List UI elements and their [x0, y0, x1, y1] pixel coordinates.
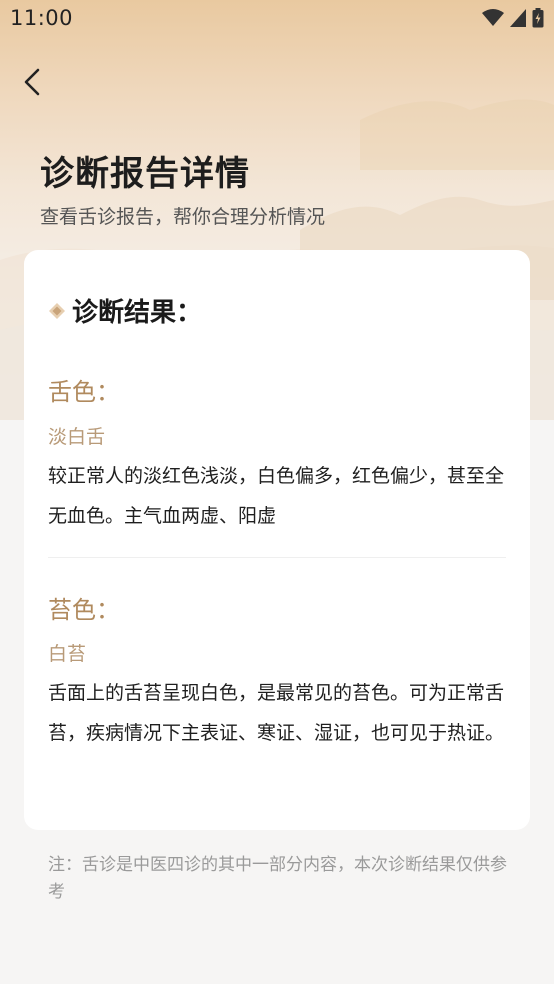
- coating-color-description: 舌面上的舌苔呈现白色，是最常见的苔色。可为正常舌苔，疾病情况下主表证、寒证、湿证…: [48, 682, 505, 744]
- tongue-color-value: 淡白舌: [48, 426, 106, 448]
- tongue-color-label: 舌色：: [48, 378, 120, 406]
- diagnosis-card: 诊断结果： 舌色： 淡白舌 较正常人的淡红色浅淡，白色偏多，红色偏少，甚至全无血…: [24, 250, 530, 830]
- tongue-color-description: 较正常人的淡红色浅淡，白色偏多，红色偏少，甚至全无血色。主气血两虚、阳虚: [48, 465, 505, 527]
- diamond-icon: [49, 302, 65, 319]
- signal-icon: [510, 9, 526, 27]
- battery-icon: [532, 8, 544, 28]
- coating-color-value: 白苔: [48, 643, 87, 665]
- status-icons: [482, 8, 544, 28]
- disclaimer-note: 注：舌诊是中医四诊的其中一部分内容，本次诊断结果仅供参考: [48, 855, 507, 902]
- status-time: 11:00: [10, 6, 74, 30]
- divider: [48, 557, 506, 558]
- status-bar: 11:00: [0, 0, 554, 38]
- section-header: 诊断结果：: [48, 292, 202, 329]
- coating-color-label: 苔色：: [48, 596, 120, 624]
- page-title: 诊断报告详情: [40, 154, 250, 194]
- back-arrow-icon: [24, 68, 40, 96]
- page-subtitle: 查看舌诊报告，帮你合理分析情况: [40, 206, 326, 228]
- section-title: 诊断结果：: [72, 298, 203, 328]
- wifi-icon: [482, 9, 504, 26]
- back-button[interactable]: [16, 62, 52, 102]
